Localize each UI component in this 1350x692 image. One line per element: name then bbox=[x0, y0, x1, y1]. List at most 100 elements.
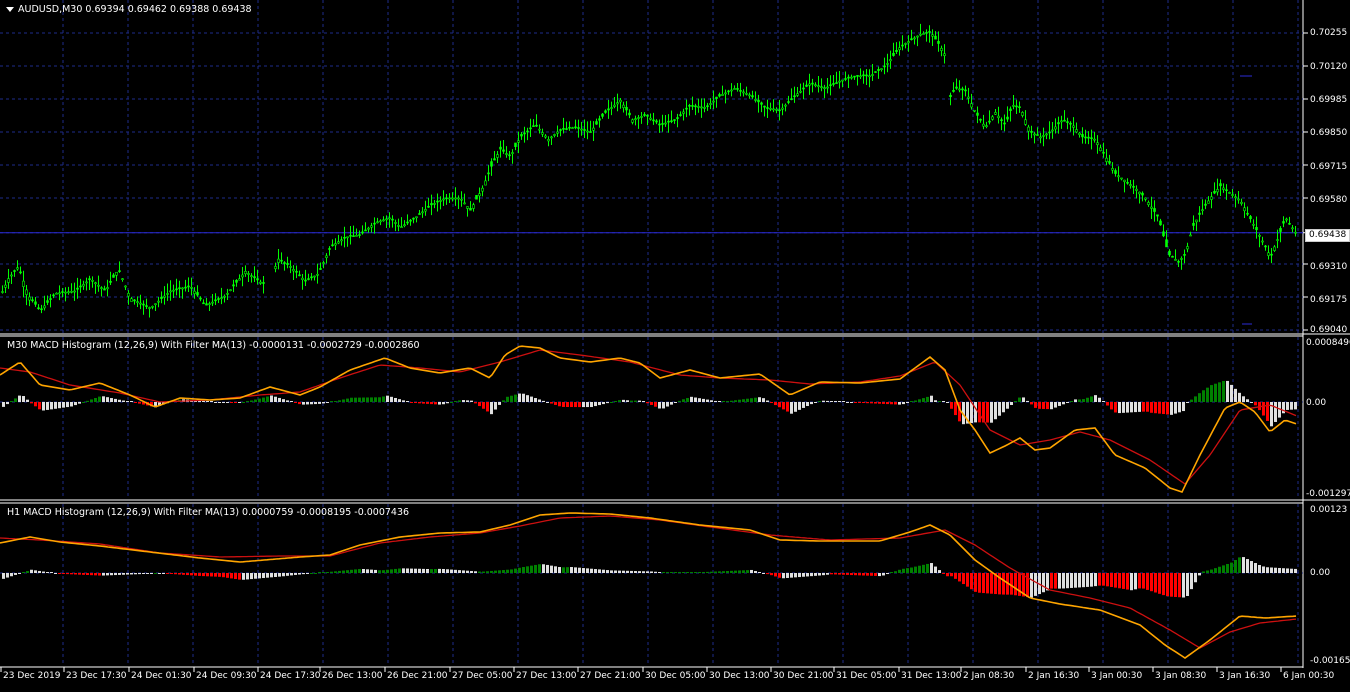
h1-histogram-bar bbox=[462, 570, 465, 573]
candle-body bbox=[892, 52, 895, 56]
candle-body bbox=[238, 278, 241, 281]
candle-body bbox=[1042, 135, 1045, 137]
h1-histogram-bar bbox=[54, 573, 57, 574]
candle-body bbox=[298, 274, 301, 277]
candle-body bbox=[940, 47, 943, 51]
h1-histogram-bar bbox=[954, 573, 957, 579]
h1-histogram-bar bbox=[1294, 568, 1297, 573]
price-tick: 0.69715 bbox=[1310, 162, 1348, 172]
m30-histogram-bar bbox=[30, 402, 33, 404]
price-tick: 0.69580 bbox=[1310, 195, 1348, 205]
candle-body bbox=[556, 131, 559, 134]
h1-histogram-bar bbox=[1118, 573, 1121, 589]
m30-histogram-bar bbox=[438, 402, 441, 405]
candle-body bbox=[40, 308, 43, 311]
m30-histogram-bar bbox=[298, 402, 301, 405]
h1-histogram-bar bbox=[694, 572, 697, 573]
candle-body bbox=[385, 218, 388, 221]
h1-histogram-bar bbox=[718, 571, 721, 573]
h1-histogram-bar bbox=[958, 573, 961, 582]
candle-body bbox=[670, 120, 673, 123]
h1-histogram-bar bbox=[278, 573, 281, 577]
m30-histogram-bar bbox=[390, 396, 393, 402]
candle-body bbox=[832, 83, 835, 85]
candle-body bbox=[1039, 136, 1042, 139]
h1-histogram-bar bbox=[898, 569, 901, 573]
chart-window[interactable]: AUDUSD,M30 0.69394 0.69462 0.69388 0.694… bbox=[0, 0, 1350, 688]
h1-histogram-bar bbox=[150, 573, 153, 574]
candle-body bbox=[844, 78, 847, 80]
candle-body bbox=[304, 279, 307, 282]
h1-histogram-bar bbox=[566, 567, 569, 573]
symbol-dropdown-icon[interactable] bbox=[6, 7, 14, 12]
h1-histogram-bar bbox=[658, 572, 661, 573]
candle-body bbox=[151, 305, 154, 308]
candle-body bbox=[970, 103, 973, 108]
candle-body bbox=[490, 161, 493, 167]
h1-histogram-bar bbox=[1182, 573, 1185, 598]
m30-histogram-bar bbox=[1098, 397, 1101, 402]
m30-histogram-bar bbox=[518, 393, 521, 402]
price-tick: 0.69040 bbox=[1310, 325, 1348, 335]
m30-histogram-bar bbox=[702, 398, 705, 402]
candle-body bbox=[1231, 194, 1234, 196]
m30-histogram-bar bbox=[1122, 402, 1125, 413]
m30-histogram-bar bbox=[558, 402, 561, 407]
candle-body bbox=[31, 299, 34, 302]
h1-histogram-bar bbox=[162, 573, 165, 574]
h1-histogram-bar bbox=[902, 568, 905, 573]
h1-histogram-bar bbox=[1262, 566, 1265, 573]
m30-histogram-bar bbox=[614, 401, 617, 402]
m30-histogram-bar bbox=[678, 400, 681, 402]
m30-histogram-bar bbox=[402, 400, 405, 402]
h1-histogram-bar bbox=[878, 573, 881, 577]
h1-histogram-bar bbox=[1206, 570, 1209, 573]
price-tick: 0.69310 bbox=[1310, 262, 1348, 272]
time-axis-label: 30 Dec 21:00 bbox=[773, 671, 834, 681]
m30-histogram-bar bbox=[562, 402, 565, 407]
h1-histogram-bar bbox=[982, 573, 985, 594]
h1-histogram-bar bbox=[782, 573, 785, 579]
h1-histogram-bar bbox=[58, 573, 61, 574]
candle-body bbox=[1192, 222, 1195, 226]
m30-histogram-bar bbox=[354, 397, 357, 402]
m30-histogram-bar bbox=[1038, 402, 1041, 409]
h1-histogram-bar bbox=[834, 573, 837, 575]
candle-body bbox=[742, 91, 745, 94]
m30-histogram-bar bbox=[882, 402, 885, 404]
h1-histogram-bar bbox=[642, 571, 645, 573]
m30-histogram-bar bbox=[514, 394, 517, 402]
candle-body bbox=[220, 297, 223, 300]
m30-histogram-bar bbox=[334, 401, 337, 402]
time-axis-label: 23 Dec 2019 bbox=[3, 671, 61, 681]
m30-histogram-bar bbox=[802, 402, 805, 408]
m30-histogram-bar bbox=[1102, 401, 1105, 402]
candle-body bbox=[1216, 189, 1219, 193]
h1-histogram-bar bbox=[246, 573, 249, 580]
h1-histogram-bar bbox=[402, 568, 405, 573]
candle-body bbox=[202, 302, 205, 305]
h1-histogram-bar bbox=[478, 571, 481, 573]
m30-histogram-bar bbox=[322, 402, 325, 404]
current-price-label: 0.69438 bbox=[1305, 229, 1350, 242]
candle-body bbox=[724, 92, 727, 95]
candle-body bbox=[661, 123, 664, 125]
m30-histogram-bar bbox=[1050, 402, 1053, 410]
h1-histogram-bar bbox=[858, 573, 861, 576]
m30-histogram-bar bbox=[602, 402, 605, 405]
candle-body bbox=[250, 275, 253, 277]
m30-histogram-bar bbox=[22, 396, 25, 402]
candle-body bbox=[550, 136, 553, 139]
candle-body bbox=[463, 202, 466, 205]
candle-body bbox=[838, 80, 841, 83]
candle-body bbox=[43, 305, 46, 309]
h1-histogram-bar bbox=[98, 573, 101, 576]
candle-body bbox=[1195, 219, 1198, 223]
h1-histogram-bar bbox=[1094, 573, 1097, 587]
candle-body bbox=[790, 98, 793, 100]
h1-histogram-bar bbox=[426, 568, 429, 573]
h1-histogram-bar bbox=[214, 573, 217, 577]
candle-body bbox=[1288, 222, 1291, 225]
h1-histogram-bar bbox=[938, 570, 941, 573]
m30-histogram-bar bbox=[534, 398, 537, 402]
